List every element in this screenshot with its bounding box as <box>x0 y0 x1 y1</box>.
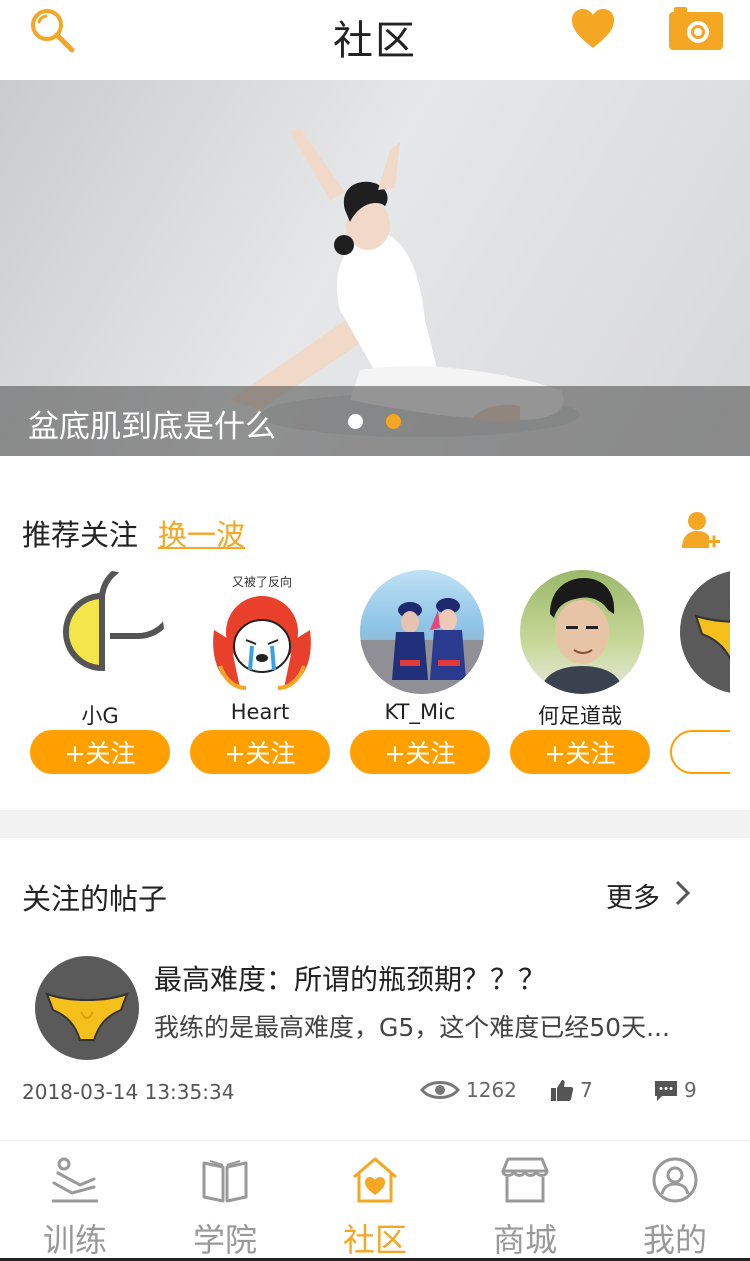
view-count: 1262 <box>466 1078 517 1102</box>
thumbs-up-icon[interactable] <box>550 1078 574 1102</box>
follow-button[interactable]: +关注 <box>510 730 650 774</box>
user-name: KT_Mic <box>384 700 456 724</box>
banner-carousel[interactable]: 盆底肌到底是什么 <box>0 80 750 456</box>
post-title[interactable]: 最高难度：所谓的瓶颈期？？？ <box>154 958 546 998</box>
tab-label: 商城 <box>492 1221 557 1259</box>
store-icon <box>501 1157 549 1203</box>
comment-count: 9 <box>684 1078 697 1102</box>
section-divider <box>0 810 750 838</box>
user-name: 小G <box>81 704 119 728</box>
carousel-dot-1[interactable] <box>348 414 363 429</box>
chevron-right-icon[interactable] <box>672 878 692 908</box>
cartoon-avatar-image: 又被了反向 <box>213 574 311 690</box>
user-name: Heart <box>230 700 290 724</box>
follow-button[interactable]: +关注 <box>350 730 490 774</box>
recommend-section-title: 推荐关注 <box>22 518 139 552</box>
tab-community[interactable]: 社区 <box>300 1141 450 1261</box>
tab-label: 社区 <box>342 1221 407 1259</box>
avatar-caption: 又被了反向 <box>232 574 292 589</box>
g-logo-icon <box>63 570 164 672</box>
carousel-dot-2-active[interactable] <box>386 414 401 429</box>
tab-label: 训练 <box>42 1221 107 1259</box>
user-name: 林 <box>670 700 731 730</box>
user-name: 何足道哉 <box>538 704 622 728</box>
banner-caption[interactable]: 盆底肌到底是什么 <box>28 401 276 446</box>
underwear-logo-icon <box>45 992 129 1041</box>
portrait-photo-image <box>540 578 624 694</box>
post-author-avatar[interactable] <box>35 956 139 1060</box>
avatar[interactable] <box>360 570 484 694</box>
post-timestamp: 2018-03-14 13:35:34 <box>22 1080 235 1104</box>
home-heart-icon <box>353 1157 397 1203</box>
avatar[interactable] <box>520 570 644 694</box>
post-excerpt[interactable]: 我练的是最高难度，G5，这个难度已经50天... <box>154 1008 714 1044</box>
avatar[interactable]: 又被了反向 <box>200 570 324 694</box>
banner-caption-bar: 盆底肌到底是什么 <box>0 386 750 456</box>
avatar[interactable] <box>680 570 730 694</box>
avatar[interactable] <box>40 570 164 694</box>
tab-label: 我的 <box>642 1221 707 1259</box>
tab-profile[interactable]: 我的 <box>600 1141 750 1261</box>
refresh-recommend-link[interactable]: 换一波 <box>158 512 245 554</box>
book-icon <box>202 1160 248 1203</box>
game-characters-image <box>360 598 484 694</box>
tab-academy[interactable]: 学院 <box>150 1141 300 1261</box>
tab-label: 学院 <box>192 1221 257 1259</box>
underwear-logo-icon <box>694 614 730 661</box>
eye-icon <box>420 1081 460 1099</box>
follow-button[interactable]: +关注 <box>190 730 330 774</box>
add-user-icon[interactable] <box>680 510 720 552</box>
bottom-tab-bar: 训练 学院 社区 商城 我的 <box>0 1140 750 1261</box>
like-count: 7 <box>580 1078 593 1102</box>
training-icon <box>52 1157 98 1203</box>
tab-training[interactable]: 训练 <box>0 1141 150 1261</box>
camera-icon[interactable] <box>668 4 724 52</box>
following-button[interactable]: 已 <box>670 730 730 774</box>
comment-icon[interactable] <box>654 1080 678 1102</box>
tab-store[interactable]: 商城 <box>450 1141 600 1261</box>
followed-posts-title: 关注的帖子 <box>22 882 168 916</box>
page-title: 社区 <box>333 18 417 64</box>
more-posts-link[interactable]: 更多 <box>606 876 660 915</box>
follow-button[interactable]: +关注 <box>30 730 170 774</box>
heart-icon[interactable] <box>570 8 616 50</box>
profile-icon <box>652 1157 698 1203</box>
recommended-users-list[interactable]: 小G +关注 又被了反向 Heart +关注 KT_Mic +关注 何足道哉 +… <box>0 570 730 780</box>
top-header: 社区 <box>0 0 750 80</box>
